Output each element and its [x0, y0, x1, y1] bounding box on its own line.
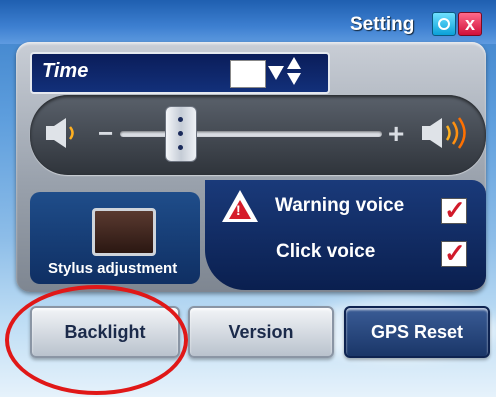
checkmark-icon: ✓: [444, 195, 466, 225]
warning-voice-label: Warning voice: [275, 195, 405, 216]
checkmark-icon: ✓: [444, 238, 466, 268]
warning-voice-checkbox[interactable]: ✓: [441, 195, 467, 225]
thumb-grip-dot: [178, 117, 183, 122]
time-label: Time: [42, 60, 89, 82]
stylus-adjustment-label: Stylus adjustment: [48, 260, 178, 277]
window-title: Setting: [350, 14, 415, 35]
click-voice-checkbox[interactable]: ✓: [441, 238, 467, 268]
thumb-grip-dot: [178, 131, 183, 136]
volume-slider-thumb[interactable]: [165, 106, 197, 162]
volume-plus-label: +: [388, 118, 405, 149]
title-bar: [0, 0, 496, 44]
close-icon[interactable]: x: [458, 12, 482, 36]
volume-minus-label: −: [98, 118, 114, 148]
volume-slider-track[interactable]: [120, 131, 382, 137]
dropdown-arrow-icon[interactable]: [268, 66, 284, 80]
click-voice-label: Click voice: [276, 241, 376, 262]
speaker-high-icon: [422, 117, 466, 149]
up-down-stepper[interactable]: [287, 57, 301, 87]
version-button[interactable]: Version: [188, 306, 334, 358]
time-selector: Time: [30, 52, 330, 94]
stylus-adjustment-button[interactable]: [92, 208, 156, 256]
ok-icon[interactable]: [432, 12, 456, 36]
up-arrow-icon[interactable]: [287, 57, 301, 69]
gps-reset-button[interactable]: GPS Reset: [344, 306, 490, 358]
thumb-grip-dot: [178, 145, 183, 150]
speaker-low-icon: [46, 118, 74, 148]
time-input[interactable]: [230, 60, 266, 88]
warning-icon-mark: !: [236, 202, 241, 218]
down-arrow-icon[interactable]: [287, 73, 301, 85]
highlight-circle-annotation: [5, 285, 188, 395]
